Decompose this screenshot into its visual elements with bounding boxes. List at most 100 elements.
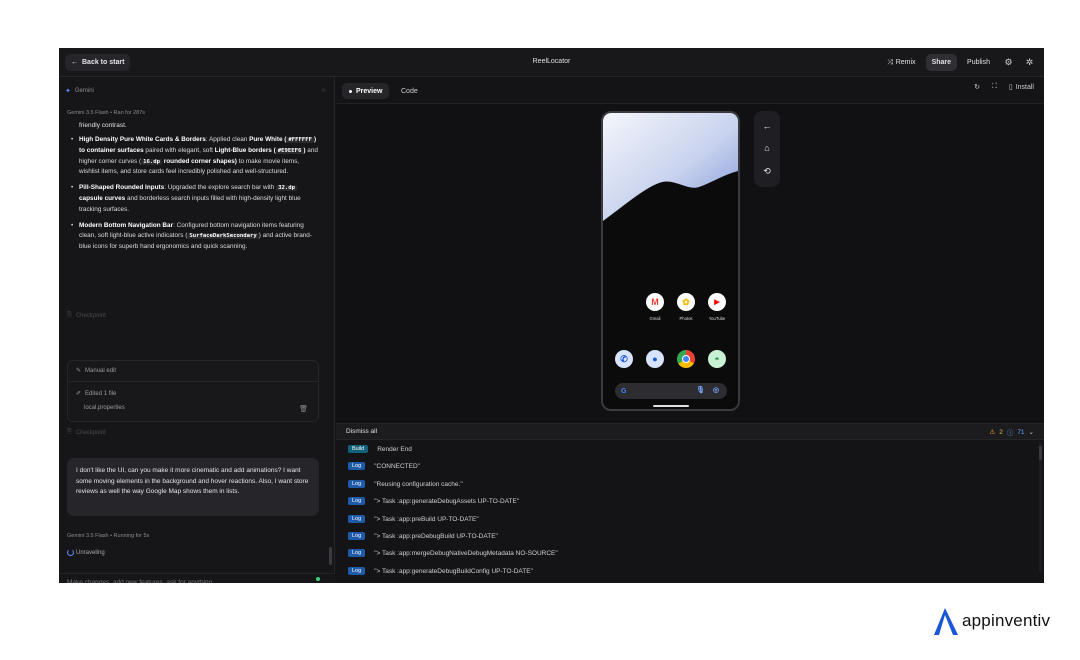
model-meta-running: Gemini 3.5 Flash • Running for 5s [67,533,150,539]
remix-button[interactable]: ⤨ Remix [881,54,921,71]
info-count: 71 [1017,428,1025,436]
checkpoint-row[interactable]: ⎘ Checkpoint [67,312,317,319]
code-token: #E9EEF6 [275,147,304,154]
bullet-strong: capsule curves [79,194,126,202]
response-bullets: High Density Pure White Cards & Borders:… [71,135,321,258]
install-button[interactable]: ▯ Install [1008,83,1034,92]
log-text: "> Task :app:preDebugBuild UP-TO-DATE" [374,532,498,540]
chrome-icon[interactable] [677,350,695,368]
log-tag: Log [348,480,366,488]
trash-icon[interactable]: 🗑 [299,405,308,413]
chevron-down-icon[interactable]: ⌄ [1029,428,1034,436]
manual-edit-label: Manual edit [85,367,117,374]
top-bar: ← Back to start ReelLocator ⤨ Remix Shar… [59,48,1044,77]
google-logo-icon: G [621,387,627,395]
response-fragment: friendly contrast. [79,122,127,129]
console-row: Log "> Task :app:generateDebugAssets UP-… [348,493,519,509]
dismiss-all-button[interactable]: Dismiss all [346,428,377,435]
youtube-icon[interactable]: ▶ [708,293,726,311]
collapse-icon[interactable]: ▹ [322,86,326,94]
settings-gear-icon[interactable]: ⚙ [1000,54,1017,71]
bullet-cards: High Density Pure White Cards & Borders:… [71,135,321,178]
gmail-icon[interactable]: M [646,293,664,311]
log-tag: Log [348,515,366,523]
console-header: Dismiss all ⚠ 2 ⓘ 71 ⌄ [336,424,1044,440]
preview-actions: ↻ ⛶ ▯ Install [974,83,1034,91]
edited-files-row: ✐ Edited 1 file [76,390,117,398]
log-text: "> Task :app:preBuild UP-TO-DATE" [374,515,479,523]
prompt-input[interactable] [67,579,297,583]
bullet-strong: rounded corner shapes) [162,157,237,165]
console-scroll-thumb[interactable] [1039,446,1042,460]
spinner-icon [67,549,74,556]
google-search-bar[interactable]: G 🎙 ◎ [615,383,727,399]
bullet-title: Modern Bottom Navigation Bar [79,221,174,229]
gemini-sparkle-icon: ✦ [65,88,71,95]
fullscreen-icon[interactable]: ⛶ [992,83,997,91]
edited-file-item[interactable]: local.properties [84,405,125,411]
phone-emulator[interactable]: M Gmail ✿ Photos ▶ YouTube ✆ ● ◓ G 🎙 ◎ [601,111,740,411]
rotate-icon[interactable]: ⟲ [763,166,771,177]
issue-counts[interactable]: ⚠ 2 ⓘ 71 ⌄ [989,427,1034,438]
console-row: Log "> Task :app:generateDebugBuildConfi… [348,563,533,579]
tab-preview[interactable]: Preview [342,83,390,99]
appinventiv-mark-icon [934,608,958,635]
share-button[interactable]: Share [925,54,958,71]
lens-icon[interactable]: ◎ [713,386,719,394]
info-icon: ⓘ [1006,430,1014,437]
home-icon[interactable]: ⌂ [764,143,769,153]
file-name: local.properties [84,405,125,411]
code-token: #FFFFFF [286,137,314,143]
tab-preview-label: Preview [356,87,383,95]
gesture-nav-pill[interactable] [653,405,689,407]
chat-panel: ✦ Gemini ▹ Gemini 3.5 Flash • Ran for 28… [59,77,335,583]
publish-button[interactable]: Publish [961,54,996,71]
status-label: Unraveling [76,549,105,556]
install-label: Install [1015,83,1034,91]
divider [68,381,318,382]
messages-icon[interactable]: ● [646,350,664,368]
edited-files-label: Edited 1 file [85,390,117,397]
console-panel: Dismiss all ⚠ 2 ⓘ 71 ⌄ Build Render End … [336,423,1044,583]
gemini-header: ✦ Gemini [65,87,94,95]
console-scrollbar[interactable] [1039,442,1042,572]
checkpoint-row[interactable]: ⎘ Checkpoint [67,429,317,436]
share-label: Share [931,59,952,66]
photos-icon[interactable]: ✿ [677,293,695,311]
phone-app-icon[interactable]: ✆ [615,350,633,368]
remix-label: Remix [895,59,916,66]
tab-code[interactable]: Code [394,83,425,99]
warning-icon: ⚠ [989,429,996,436]
user-message-bubble: I don't like the UI, can you make it mor… [67,458,319,516]
log-text: "> Task :app:generateDebugBuildConfig UP… [374,567,533,575]
bullet-text: : Applied clean [205,136,250,143]
code-token: 16.dp [141,158,162,165]
log-tag: Build [348,445,369,453]
bullet-strong: Light-Blue borders ( [214,146,276,154]
bullet-strong: Pure White ( [249,136,287,143]
status-dot [316,577,320,581]
model-meta: Gemini 3.5 Flash • Ran for 287s [67,110,146,116]
refresh-icon[interactable]: ↻ [974,83,980,91]
install-phone-icon: ▯ [1008,84,1013,91]
chat-scrollbar[interactable] [329,547,332,565]
microphone-icon[interactable]: 🎙 [696,386,705,394]
bullet-text: : Upgraded the explore search bar with [164,184,277,192]
android-icon[interactable]: ◓ [708,350,726,368]
back-arrow-icon[interactable]: ← [763,121,772,131]
log-tag: Log [348,549,366,557]
log-text: "CONNECTED" [374,462,420,470]
prompt-box: 🎙 ⊕ [59,573,335,583]
log-tag: Log [348,462,366,470]
console-row: Log "> Task :app:preBuild UP-TO-DATE" [348,511,479,527]
console-row: Log "> Task :app:preDebugBuild UP-TO-DAT… [348,528,498,544]
appinventiv-logo: appinventiv [932,606,1050,636]
brand-name: appinventiv [962,611,1051,630]
bullet-title: Pill-Shaped Rounded Inputs [79,184,165,192]
log-text: "> Task :app:mergeDebugNativeDebugMetada… [374,549,558,557]
console-row: Log "> Task :app:mergeDebugNativeDebugMe… [348,545,558,561]
log-tag: Log [348,532,366,540]
emulator-controls: ← ⌂ ⟲ [754,111,780,187]
manual-edit-row[interactable]: ✎ Manual edit [76,367,117,375]
cog-icon[interactable]: ✲ [1021,54,1038,71]
